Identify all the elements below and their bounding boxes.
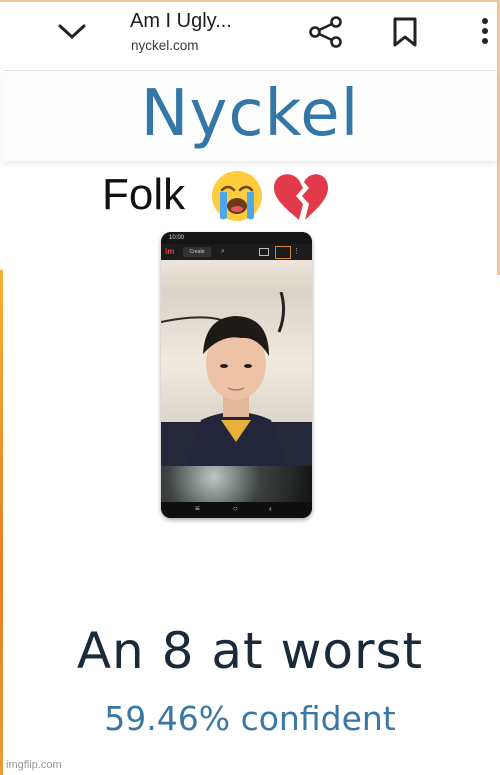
phone-search-icon: ⌕ <box>221 248 225 255</box>
phone-app-toolbar: im Create ⌕ ⋮ <box>161 244 312 260</box>
phone-app-logo: im <box>165 247 175 256</box>
menu-icon: ≡ <box>195 504 200 513</box>
phone-mail-icon <box>259 248 269 256</box>
selfie-photo <box>161 292 312 466</box>
loudly-crying-face-icon <box>212 171 262 221</box>
phone-create-chip: Create <box>183 247 211 257</box>
home-icon: ○ <box>233 504 238 513</box>
meme-caption: Folk <box>102 170 186 219</box>
nyckel-logo[interactable]: Nyckel <box>3 77 497 151</box>
browser-top-bar: Am I Ugly... nyckel.com <box>3 2 497 71</box>
confidence-text: 59.46% confident <box>104 699 396 738</box>
verdict-text: An 8 at worst <box>76 622 424 680</box>
chevron-down-icon[interactable] <box>55 18 89 44</box>
phone-notification-badge <box>275 246 291 259</box>
share-icon[interactable] <box>305 14 345 50</box>
selfie-illustration <box>161 292 312 466</box>
page-url: nyckel.com <box>131 38 199 53</box>
site-header: Nyckel <box>3 71 497 161</box>
page-title: Am I Ugly... <box>130 10 232 32</box>
more-vert-icon[interactable] <box>475 16 495 46</box>
phone-nav-bar: ≡ ○ ‹ <box>161 502 312 518</box>
phone-photo-bottom <box>161 466 312 502</box>
broken-heart-icon <box>274 174 328 220</box>
phone-photo-top <box>161 260 312 292</box>
imgflip-watermark: imgflip.com <box>6 759 62 771</box>
phone-screenshot: 10:00 im Create ⌕ ⋮ ≡ ○ ‹ <box>161 232 312 518</box>
back-icon: ‹ <box>269 504 272 513</box>
phone-more-icon: ⋮ <box>293 248 300 255</box>
bookmark-icon[interactable] <box>390 16 420 48</box>
phone-status-bar: 10:00 <box>161 232 312 244</box>
